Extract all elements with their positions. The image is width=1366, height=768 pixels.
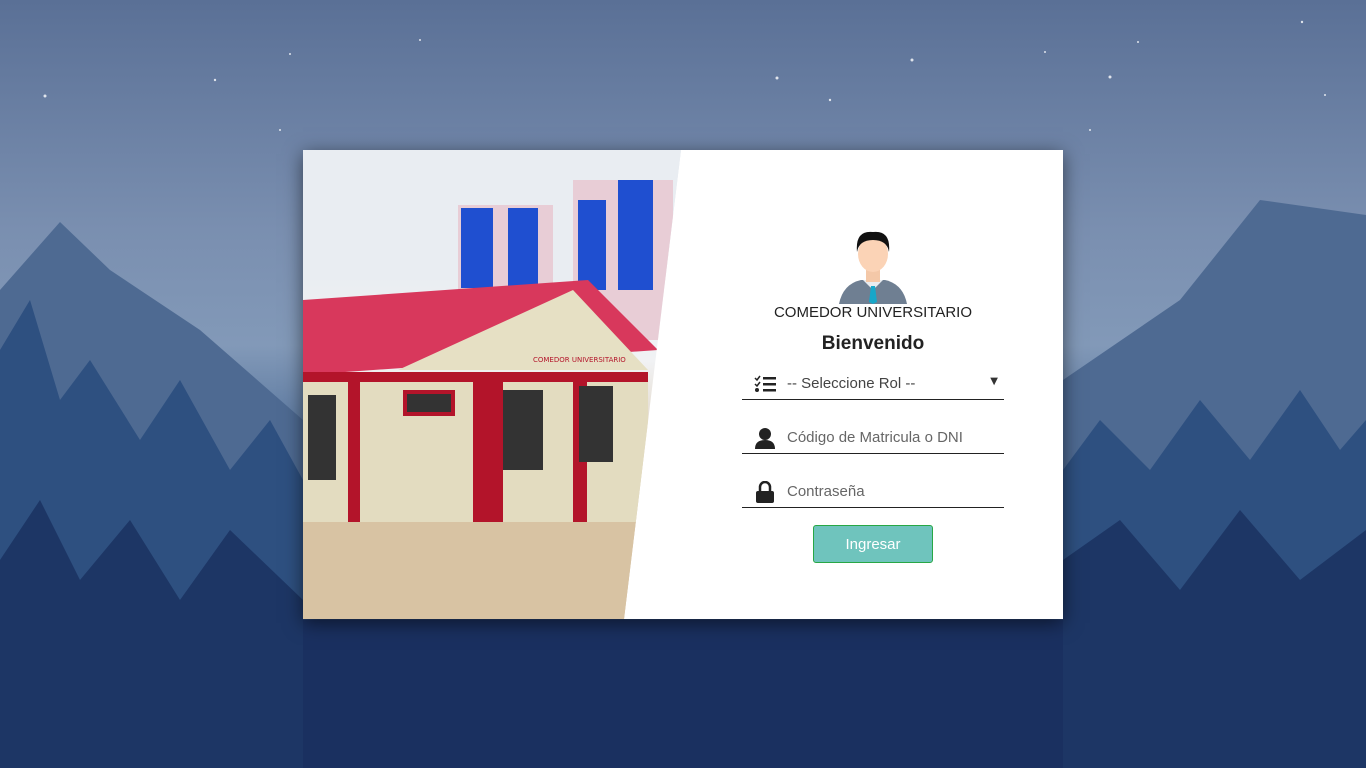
welcome-heading: Bienvenido xyxy=(821,333,925,354)
user-avatar-icon xyxy=(839,231,907,304)
password-field[interactable]: Contraseña xyxy=(742,476,1004,508)
username-field[interactable]: Código de Matricula o DNI xyxy=(742,422,1004,454)
password-placeholder: Contraseña xyxy=(787,483,865,500)
comedor-building-illustration: COMEDOR UNIVERSITARIO xyxy=(303,150,681,619)
username-placeholder: Código de Matricula o DNI xyxy=(787,429,963,446)
lock-icon xyxy=(755,480,774,503)
user-icon xyxy=(754,427,775,449)
role-select[interactable]: -- Seleccione Rol -- ▼ xyxy=(742,368,1004,400)
login-button[interactable]: Ingresar xyxy=(813,525,933,563)
chevron-down-icon: ▼ xyxy=(990,376,998,387)
building-photo: COMEDOR UNIVERSITARIO xyxy=(303,150,681,619)
checklist-icon xyxy=(753,375,776,392)
app-title: COMEDOR UNIVERSITARIO xyxy=(773,304,973,321)
role-select-value: -- Seleccione Rol -- xyxy=(787,375,916,392)
building-sign: COMEDOR UNIVERSITARIO xyxy=(533,356,626,364)
login-form: COMEDOR UNIVERSITARIO Bienvenido -- Sele… xyxy=(742,150,1004,619)
login-card: COMEDOR UNIVERSITARIO COMEDOR UNIVERSITA… xyxy=(303,150,1063,619)
